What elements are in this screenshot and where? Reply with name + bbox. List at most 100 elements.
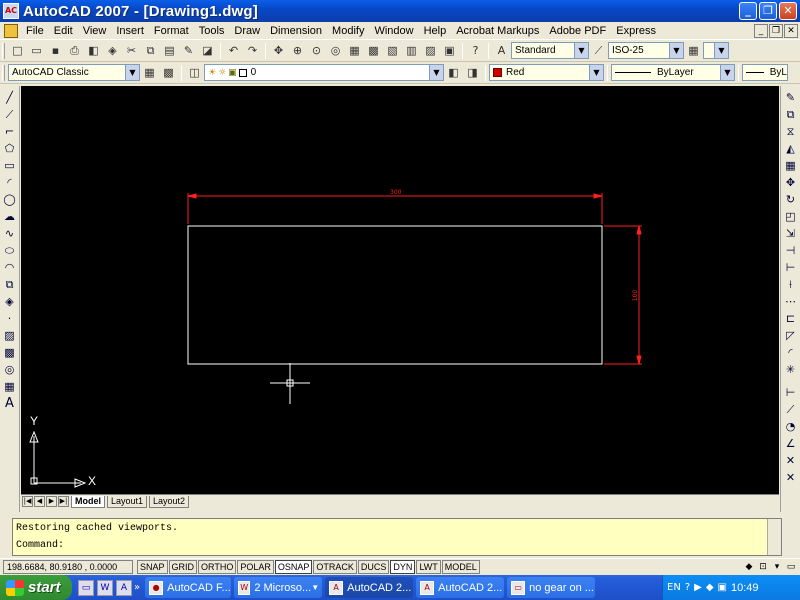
match-properties-icon[interactable]: ✎ [180, 42, 197, 59]
clean-screen-icon[interactable]: ▭ [785, 561, 797, 573]
ortho-toggle[interactable]: ORTHO [198, 559, 237, 574]
fillet-icon[interactable]: ◜ [783, 345, 799, 361]
prev-tab-button[interactable]: ◀ [34, 496, 45, 507]
circle-icon[interactable]: ◯ [2, 192, 18, 208]
menu-view[interactable]: View [78, 22, 112, 40]
menu-acrobat-markups[interactable]: Acrobat Markups [451, 22, 544, 40]
menu-adobe-pdf[interactable]: Adobe PDF [544, 22, 611, 40]
coordinates-display[interactable]: 198.6684, 80.9180 , 0.0000 [3, 559, 133, 574]
close-button[interactable]: ✕ [779, 2, 797, 20]
open-icon[interactable]: ▭ [28, 42, 45, 59]
tool-palettes-icon[interactable]: ▧ [384, 42, 401, 59]
text-style-icon[interactable]: A [493, 42, 510, 59]
next-tab-button[interactable]: ▶ [46, 496, 57, 507]
workspace-settings-icon[interactable]: ▦ [141, 64, 158, 81]
dim-continue-icon[interactable]: ✕ [783, 470, 799, 486]
grid-toggle[interactable]: GRID [168, 559, 198, 574]
menu-dimension[interactable]: Dimension [265, 22, 327, 40]
cut-icon[interactable]: ✂ [123, 42, 140, 59]
menu-file[interactable]: File [21, 22, 49, 40]
redo-icon[interactable]: ↷ [244, 42, 261, 59]
communication-center-icon[interactable]: ◆ [743, 561, 755, 573]
dim-linear-icon[interactable]: ⊢ [783, 385, 799, 401]
menu-draw[interactable]: Draw [229, 22, 265, 40]
rectangle-icon[interactable]: ▭ [2, 158, 18, 174]
make-block-icon[interactable]: ◈ [2, 294, 18, 310]
mirror-icon[interactable]: ⧖ [783, 124, 799, 140]
copy-object-icon[interactable]: ⧉ [783, 107, 799, 123]
erase-icon[interactable]: ✎ [783, 90, 799, 106]
doc-restore-button[interactable]: ❐ [769, 24, 783, 38]
status-menu-icon[interactable]: ▾ [771, 561, 783, 573]
polyline-icon[interactable]: ⌐ [2, 124, 18, 140]
otrack-toggle[interactable]: OTRACK [313, 559, 357, 574]
array-icon[interactable]: ▦ [783, 158, 799, 174]
pdf-tray-icon[interactable]: ◆ [706, 582, 714, 593]
explode-icon[interactable]: ✳ [783, 362, 799, 378]
region-icon[interactable]: ◎ [2, 362, 18, 378]
task-no-gear[interactable]: ▭ no gear on ... [507, 577, 596, 598]
markup-icon[interactable]: ▨ [422, 42, 439, 59]
line-icon[interactable]: ╱ [2, 90, 18, 106]
title-bar[interactable]: AC AutoCAD 2007 - [Drawing1.dwg] _ ❐ ✕ [0, 0, 800, 22]
join-icon[interactable]: ⊏ [783, 311, 799, 327]
menu-edit[interactable]: Edit [49, 22, 78, 40]
lock-icon[interactable]: ⊡ [757, 561, 769, 573]
dim-baseline-icon[interactable]: ✕ [783, 453, 799, 469]
ducs-toggle[interactable]: DUCS [357, 559, 390, 574]
dyn-toggle[interactable]: DYN [390, 559, 416, 574]
dim-style-icon[interactable]: ⟋ [590, 42, 607, 59]
command-lines[interactable]: Restoring cached viewports. Command: [12, 518, 782, 556]
minimize-button[interactable]: _ [739, 2, 757, 20]
help-tray-icon[interactable]: ? [685, 582, 690, 593]
task-autocad-2[interactable]: A AutoCAD 2... [416, 577, 505, 598]
dim-radius-icon[interactable]: ◔ [783, 419, 799, 435]
gradient-icon[interactable]: ▩ [2, 345, 18, 361]
table-style-dropdown[interactable]: ▼ [703, 42, 729, 59]
toolbar-grip[interactable] [2, 42, 5, 59]
drawing-area[interactable]: 300 100 Y X [21, 86, 779, 494]
ellipse-icon[interactable]: ⬭ [2, 243, 18, 259]
zoom-realtime-icon[interactable]: ⊕ [289, 42, 306, 59]
undo-icon[interactable]: ↶ [225, 42, 242, 59]
task-autocad-f[interactable]: ● AutoCAD F... [145, 577, 232, 598]
workspace-dropdown[interactable]: AutoCAD Classic ▼ [8, 64, 140, 81]
language-indicator[interactable]: EN [667, 582, 681, 593]
word-icon[interactable]: W [97, 579, 113, 596]
text-style-dropdown[interactable]: Standard ▼ [511, 42, 589, 59]
arc-icon[interactable]: ◜ [2, 175, 18, 191]
polar-toggle[interactable]: POLAR [237, 559, 274, 574]
table-style-icon[interactable]: ▦ [685, 42, 702, 59]
tab-layout1[interactable]: Layout1 [107, 495, 148, 508]
help-icon[interactable]: ? [467, 42, 484, 59]
color-dropdown[interactable]: Red ▼ [489, 64, 604, 81]
dim-angular-icon[interactable]: ∠ [783, 436, 799, 452]
acrobat-icon[interactable]: A [116, 579, 132, 596]
ellipse-arc-icon[interactable]: ◠ [2, 260, 18, 276]
command-scrollbar[interactable] [767, 519, 781, 555]
autocad-logo-icon[interactable]: AC [3, 3, 19, 19]
network-tray-icon[interactable]: ▣ [718, 582, 727, 593]
copy-icon[interactable]: ⧉ [142, 42, 159, 59]
dim-style-dropdown[interactable]: ISO-25 ▼ [608, 42, 684, 59]
linetype-dropdown[interactable]: ByLayer ▼ [611, 64, 735, 81]
menu-insert[interactable]: Insert [111, 22, 149, 40]
hatch-icon[interactable]: ▨ [2, 328, 18, 344]
media-tray-icon[interactable]: ▶ [694, 582, 702, 593]
menu-window[interactable]: Window [369, 22, 418, 40]
construction-line-icon[interactable]: ⟋ [2, 107, 18, 123]
rotate-icon[interactable]: ↻ [783, 192, 799, 208]
scale-icon[interactable]: ◰ [783, 209, 799, 225]
maximize-button[interactable]: ❐ [759, 2, 777, 20]
properties-icon[interactable]: ▦ [346, 42, 363, 59]
spline-icon[interactable]: ∿ [2, 226, 18, 242]
doc-close-button[interactable]: ✕ [784, 24, 798, 38]
publish-icon[interactable]: ◈ [104, 42, 121, 59]
command-prompt[interactable]: Command: [16, 538, 778, 555]
lwt-toggle[interactable]: LWT [416, 559, 441, 574]
offset-icon[interactable]: ◭ [783, 141, 799, 157]
show-desktop-icon[interactable]: ▭ [78, 579, 94, 596]
layer-dropdown[interactable]: ☀ ☼ ▣ 0 ▼ [204, 64, 444, 81]
menu-modify[interactable]: Modify [327, 22, 369, 40]
doc-minimize-button[interactable]: _ [754, 24, 768, 38]
